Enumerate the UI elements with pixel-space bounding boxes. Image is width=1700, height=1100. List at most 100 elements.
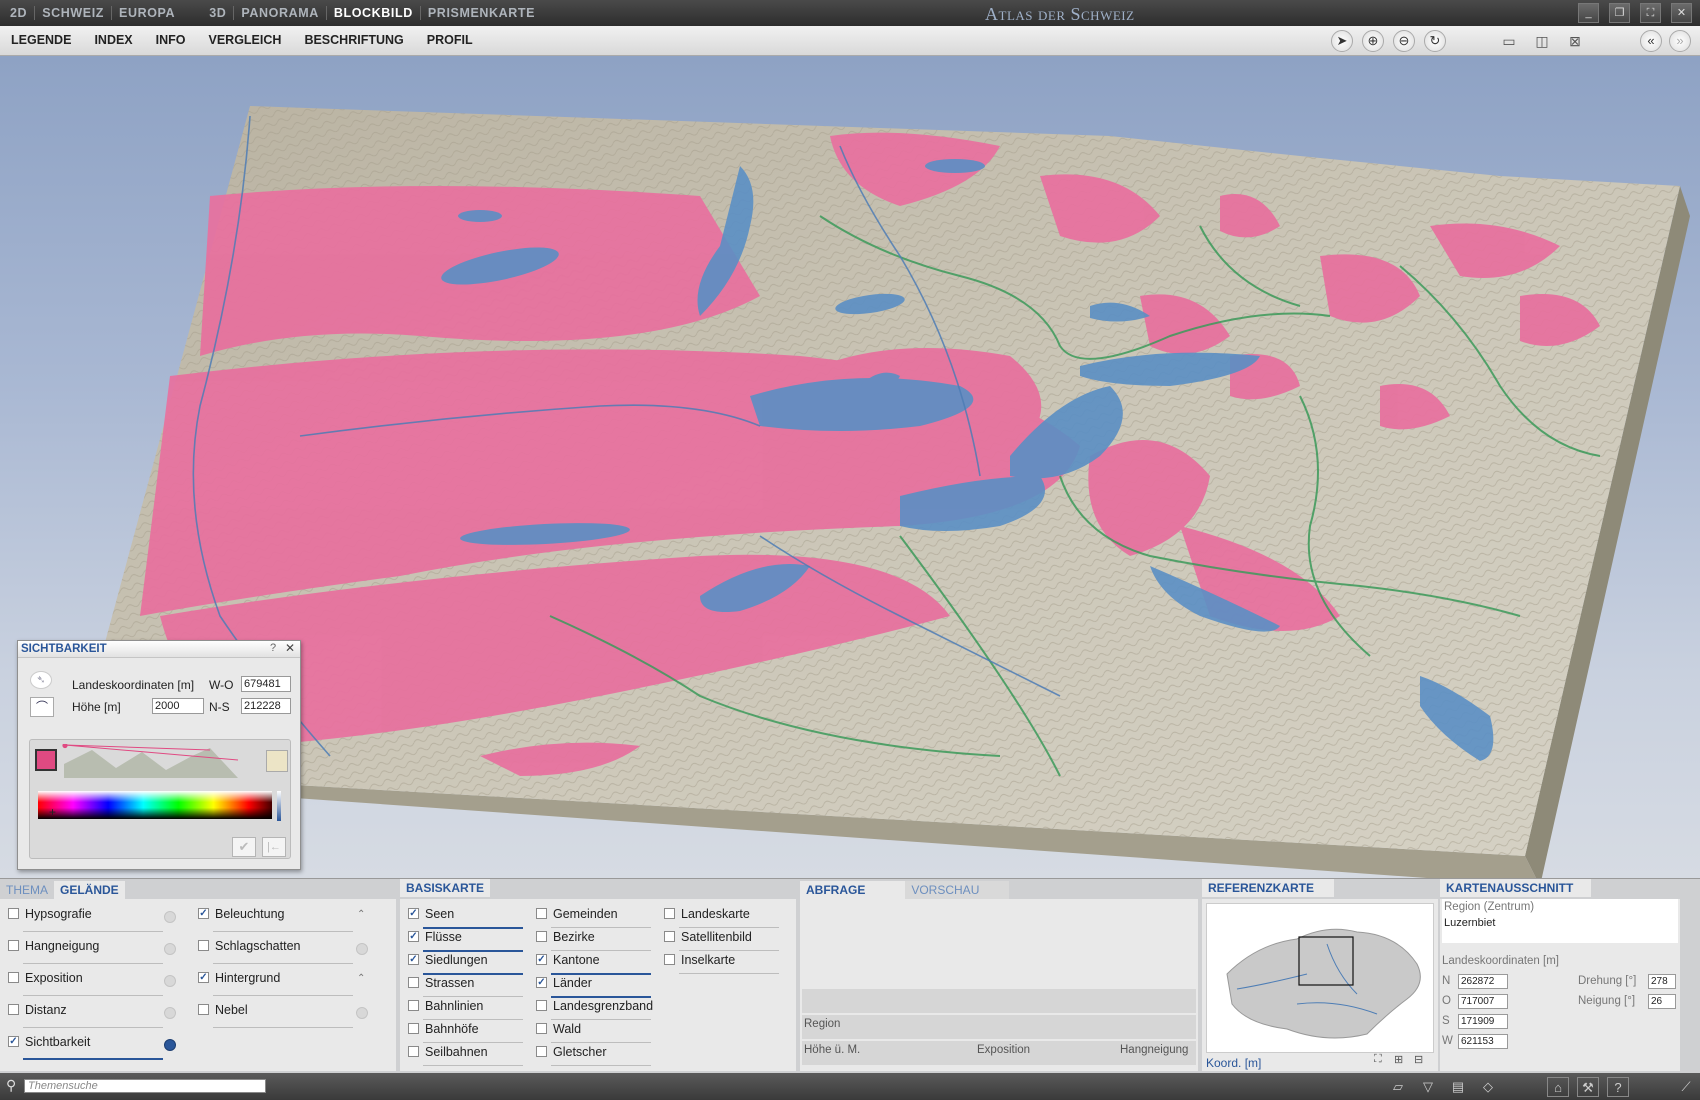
reset-icon[interactable]: |← [262, 837, 286, 857]
layer-seilbahnen[interactable]: Seilbahnen [408, 1043, 528, 1066]
expand-icon[interactable]: ⌃ [357, 909, 365, 920]
layer-gletscher[interactable]: Gletscher [536, 1043, 656, 1066]
layer-gemeinden[interactable]: Gemeinden [536, 905, 656, 928]
menu-index[interactable]: INDEX [94, 33, 132, 47]
observer-icon[interactable]: ➴ [30, 671, 52, 689]
layer-siedlungen[interactable]: ✓ Siedlungen [408, 951, 528, 975]
ns-input[interactable]: 212228 [241, 698, 291, 714]
layer-bahnlinien[interactable]: Bahnlinien [408, 997, 528, 1020]
checkbox[interactable]: ✓ [8, 1036, 19, 1048]
minimize-icon[interactable]: _ [1578, 3, 1599, 23]
close-dialog-icon[interactable]: ✕ [285, 641, 295, 655]
checkbox[interactable]: ✓ [536, 977, 547, 989]
checkbox[interactable] [198, 1004, 209, 1016]
color-picker-crosshair[interactable]: + [49, 805, 56, 819]
option-hangneigung[interactable]: Hangneigung [8, 937, 178, 969]
checkbox[interactable]: ✓ [198, 908, 209, 920]
option-schlagschatten[interactable]: Schlagschatten [198, 937, 368, 969]
height-input[interactable]: 2000 [152, 698, 204, 714]
checkbox[interactable] [8, 908, 19, 920]
reference-map[interactable] [1206, 903, 1434, 1053]
tab-gelaende[interactable]: GELÄNDE [54, 881, 125, 899]
option-sichtbarkeit[interactable]: ✓ Sichtbarkeit [8, 1033, 178, 1065]
no-split-icon[interactable]: ⊠ [1562, 31, 1588, 51]
terrain-profile-icon[interactable]: ⌒ [30, 697, 54, 717]
zoom-in-icon[interactable]: ⊕ [1362, 30, 1384, 52]
bookmark-icon[interactable]: ◇ [1477, 1077, 1499, 1097]
zoom-plus-icon[interactable]: ⊞ [1394, 1053, 1403, 1066]
checkbox[interactable]: ✓ [198, 972, 209, 984]
checkbox[interactable] [536, 1023, 547, 1035]
drehung-input[interactable]: 278 [1648, 974, 1676, 989]
menu-vergleich[interactable]: VERGLEICH [209, 33, 282, 47]
checkbox[interactable] [8, 940, 19, 952]
checkbox[interactable] [408, 1000, 419, 1012]
layer-kantone[interactable]: ✓ Kantone [536, 951, 656, 975]
pointer-icon[interactable]: ➤ [1331, 30, 1353, 52]
mode-2d[interactable]: 2D [10, 6, 34, 20]
resize-grip-icon[interactable]: ⟋ [1675, 1077, 1697, 1097]
fit-icon[interactable]: ⛶ [1374, 1053, 1382, 1066]
option-exposition[interactable]: Exposition [8, 969, 178, 1001]
checkbox[interactable]: ✓ [408, 931, 419, 943]
home-icon[interactable]: ⌂ [1547, 1077, 1569, 1097]
checkbox[interactable] [408, 1046, 419, 1058]
close-window-icon[interactable]: ✕ [1671, 3, 1692, 23]
layer-strassen[interactable]: Strassen [408, 974, 528, 997]
mode-panorama[interactable]: PANORAMA [233, 6, 325, 20]
fullscreen-icon[interactable]: ⛶ [1640, 3, 1661, 23]
tab-abfrage[interactable]: ABFRAGE [800, 881, 906, 899]
brightness-slider[interactable] [277, 791, 281, 821]
checkbox[interactable] [536, 1046, 547, 1058]
checkbox[interactable] [536, 908, 547, 920]
layer-satellitenbild[interactable]: Satellitenbild [664, 928, 784, 951]
layer-laender[interactable]: ✓ Länder [536, 974, 656, 998]
mode-3d[interactable]: 3D [202, 6, 233, 20]
wo-input[interactable]: 679481 [241, 676, 291, 692]
split-horizontal-icon[interactable]: ▭ [1496, 31, 1522, 51]
layer-wald[interactable]: Wald [536, 1020, 656, 1043]
expand-icon[interactable]: ⌃ [357, 973, 365, 984]
info-dot[interactable] [164, 943, 176, 955]
mode-europa[interactable]: EUROPA [111, 6, 182, 20]
checkbox[interactable] [8, 972, 19, 984]
theme-search-input[interactable]: Themensuche [24, 1079, 266, 1093]
checkbox[interactable]: ✓ [536, 954, 547, 966]
checkbox[interactable] [198, 940, 209, 952]
rotate-icon[interactable]: ↻ [1424, 30, 1446, 52]
o-input[interactable]: 717007 [1458, 994, 1508, 1009]
help-icon[interactable]: ? [1607, 1077, 1629, 1097]
zoom-out-icon[interactable]: ⊖ [1393, 30, 1415, 52]
info-dot[interactable] [356, 1007, 368, 1019]
zoom-minus-icon[interactable]: ⊟ [1414, 1053, 1423, 1066]
info-dot[interactable] [164, 1007, 176, 1019]
mode-schweiz[interactable]: SCHWEIZ [34, 6, 111, 20]
collapse-left-icon[interactable]: « [1640, 30, 1662, 52]
checkbox[interactable]: ✓ [408, 954, 419, 966]
checkbox[interactable]: ✓ [408, 908, 419, 920]
checkbox[interactable] [408, 977, 419, 989]
s-input[interactable]: 171909 [1458, 1014, 1508, 1029]
layer-fluesse[interactable]: ✓ Flüsse [408, 928, 528, 952]
checkbox[interactable] [408, 1023, 419, 1035]
info-dot[interactable] [356, 943, 368, 955]
n-input[interactable]: 262872 [1458, 974, 1508, 989]
tab-vorschau[interactable]: VORSCHAU [905, 881, 1010, 899]
checkbox[interactable] [664, 954, 675, 966]
hidden-color-swatch[interactable] [266, 750, 288, 772]
neigung-input[interactable]: 26 [1648, 994, 1676, 1009]
layer-inselkarte[interactable]: Inselkarte [664, 951, 784, 974]
menu-info[interactable]: INFO [156, 33, 186, 47]
menu-legende[interactable]: LEGENDE [11, 33, 71, 47]
comment-icon[interactable]: ▽ [1417, 1077, 1439, 1097]
checkbox[interactable] [664, 931, 675, 943]
checkbox[interactable] [8, 1004, 19, 1016]
checkbox[interactable] [536, 931, 547, 943]
option-nebel[interactable]: Nebel [198, 1001, 368, 1033]
folder-icon[interactable]: ▱ [1387, 1077, 1409, 1097]
restore-icon[interactable]: ❐ [1609, 3, 1630, 23]
layer-landeskarte[interactable]: Landeskarte [664, 905, 784, 928]
mode-blockbild[interactable]: BLOCKBILD [325, 6, 420, 20]
layer-seen[interactable]: ✓ Seen [408, 905, 528, 929]
apply-check-icon[interactable]: ✔ [232, 837, 256, 857]
